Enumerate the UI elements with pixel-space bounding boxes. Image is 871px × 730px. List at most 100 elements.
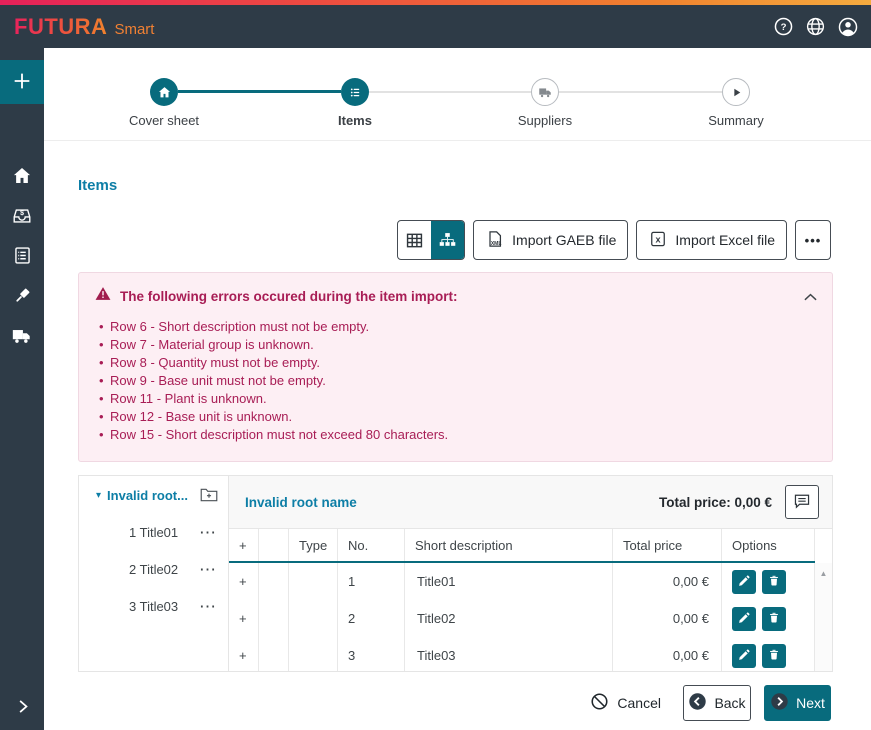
caret-down-icon[interactable]: ▾ [96,490,101,501]
table-title: Invalid root name [245,495,659,510]
item-menu-icon[interactable]: ⋯ [199,602,216,612]
sidebar-clipboard-list-icon[interactable] [0,245,44,266]
cell-short-description: Title02 [405,600,613,637]
cancel-button[interactable]: Cancel [590,692,661,714]
column-header-short-description: Short description [405,529,613,561]
tree-item: 3 Title03 ⋯ [79,588,228,625]
table-row: + 1 Title01 0,00 € [229,563,815,600]
error-item: Row 8 - Quantity must not be empty. [110,356,832,370]
add-row-button[interactable]: + [229,600,259,637]
table-row: + 2 Title02 0,00 € [229,600,815,637]
import-excel-button[interactable]: x Import Excel file [636,220,787,260]
back-label: Back [714,695,745,711]
step-truck-icon [531,78,559,106]
brand-suffix: Smart [114,21,154,38]
edit-button[interactable] [732,607,756,631]
svg-text:XML: XML [491,240,502,246]
delete-button[interactable] [762,570,786,594]
cell-options [722,637,815,672]
chevron-up-icon[interactable] [804,291,817,301]
back-button[interactable]: Back [683,685,751,721]
cell-short-description: Title01 [405,563,613,600]
cell-options [722,563,815,600]
item-tree: ▾ Invalid root... 1 Title01 ⋯ 2 Title02 … [79,476,229,671]
next-label: Next [796,695,825,711]
sidebar-add-button[interactable] [0,60,44,104]
tree-root-row: ▾ Invalid root... [79,476,228,514]
step-label: Suppliers [485,113,605,128]
arrow-left-circle-icon [688,692,707,714]
table-scrollbar[interactable]: ▲ [815,563,832,671]
cancel-label: Cancel [617,695,661,711]
item-menu-icon[interactable]: ⋯ [199,528,216,538]
step-label: Items [295,113,415,128]
sidebar-inbox-dollar-icon[interactable]: $ [0,205,44,227]
import-gaeb-button[interactable]: XML Import GAEB file [473,220,628,260]
divider [44,140,871,141]
account-icon[interactable] [837,16,859,38]
topbar-actions: ? [773,16,859,38]
excel-file-icon: x [648,229,668,252]
error-panel-title: The following errors occured during the … [120,289,795,304]
item-menu-icon[interactable]: ⋯ [199,565,216,575]
app-window: FUTURA Smart ? $ [0,0,871,730]
sidebar: $ [0,48,44,730]
error-item: Row 12 - Base unit is unknown. [110,410,832,424]
error-item: Row 11 - Plant is unknown. [110,392,832,406]
edit-button[interactable] [732,644,756,668]
delete-button[interactable] [762,607,786,631]
step-summary[interactable]: Summary [676,78,796,128]
more-options-button[interactable]: ••• [795,220,831,260]
trash-icon [768,648,780,664]
tree-item: 1 Title01 ⋯ [79,514,228,551]
import-gaeb-label: Import GAEB file [512,232,616,248]
step-cover-sheet[interactable]: Cover sheet [104,78,224,128]
tree-item: 2 Title02 ⋯ [79,551,228,588]
trash-icon [768,574,780,590]
items-toolbar: XML Import GAEB file x Import Excel file… [397,220,831,260]
cell-expand [259,600,289,637]
tree-root-label[interactable]: Invalid root... [107,488,188,503]
error-item: Row 15 - Short description must not exce… [110,428,832,442]
step-home-icon [150,78,178,106]
item-table-panel: Invalid root name Total price: 0,00 € + … [229,476,832,671]
tree-item-label[interactable]: 2 Title02 [129,562,178,577]
cancel-icon [590,692,609,714]
comment-button[interactable] [785,485,819,519]
delete-button[interactable] [762,644,786,668]
total-price-label: Total price: 0,00 € [659,495,772,510]
add-row-header-button[interactable]: + [229,529,259,561]
sidebar-expand-chevron-icon[interactable] [0,697,44,716]
scroll-up-icon[interactable]: ▲ [815,563,832,578]
sidebar-gavel-icon[interactable] [0,285,44,306]
step-list-icon [341,78,369,106]
sidebar-truck-icon[interactable] [0,325,44,347]
grid-view-icon[interactable] [398,221,431,259]
sidebar-home-icon[interactable] [0,165,44,187]
step-items[interactable]: Items [295,78,415,128]
cell-no: 2 [338,600,405,637]
table-row: + 3 Title03 0,00 € [229,637,815,672]
wizard-footer: Cancel Back Next [590,685,831,721]
cell-total-price: 0,00 € [613,563,722,600]
edit-button[interactable] [732,570,756,594]
add-row-button[interactable]: + [229,563,259,600]
svg-text:?: ? [781,22,787,33]
tree-view-icon[interactable] [431,221,464,259]
tree-item-label[interactable]: 1 Title01 [129,525,178,540]
comment-icon [793,492,811,513]
arrow-right-circle-icon [770,692,789,714]
next-button[interactable]: Next [764,685,831,721]
error-item: Row 7 - Material group is unknown. [110,338,832,352]
add-row-button[interactable]: + [229,637,259,672]
add-folder-icon[interactable] [200,487,218,503]
cell-expand [259,637,289,672]
step-suppliers[interactable]: Suppliers [485,78,605,128]
language-globe-icon[interactable] [805,16,826,37]
tree-item-label[interactable]: 3 Title03 [129,599,178,614]
column-header-options: Options [722,529,815,561]
help-icon[interactable]: ? [773,16,794,37]
pencil-icon [738,574,751,590]
error-list: Row 6 - Short description must not be em… [79,320,832,442]
view-toggle [397,220,465,260]
